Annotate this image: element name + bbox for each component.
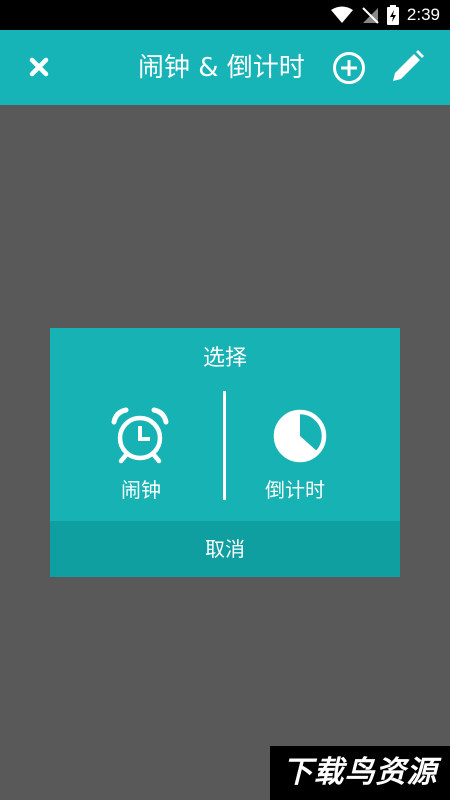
timer-pie-icon — [273, 409, 327, 463]
no-signal-icon — [362, 7, 379, 24]
alarm-option[interactable]: 闹钟 — [50, 400, 224, 520]
status-bar: 2:39 — [0, 0, 450, 30]
select-dialog: 选择 闹钟 倒计时 取消 — [50, 328, 400, 577]
dialog-title: 选择 — [202, 346, 247, 371]
page-title: 闹钟 & 倒计时 — [138, 53, 305, 83]
alarm-clock-icon — [111, 407, 169, 464]
status-time: 2:39 — [406, 5, 440, 24]
alarm-option-label: 闹钟 — [121, 478, 161, 502]
pencil-icon[interactable] — [389, 49, 425, 85]
wifi-icon — [330, 6, 353, 23]
cancel-button[interactable]: 取消 — [50, 521, 400, 577]
battery-charging-icon — [386, 5, 399, 25]
countdown-option-label: 倒计时 — [265, 478, 325, 502]
close-icon[interactable] — [26, 54, 52, 80]
add-circle-icon[interactable] — [332, 51, 366, 85]
app-bar: 闹钟 & 倒计时 — [0, 30, 450, 105]
countdown-option[interactable]: 倒计时 — [226, 400, 400, 520]
watermark-logo: 下载鸟资源 — [270, 746, 450, 800]
status-icons: 2:39 — [330, 4, 440, 26]
